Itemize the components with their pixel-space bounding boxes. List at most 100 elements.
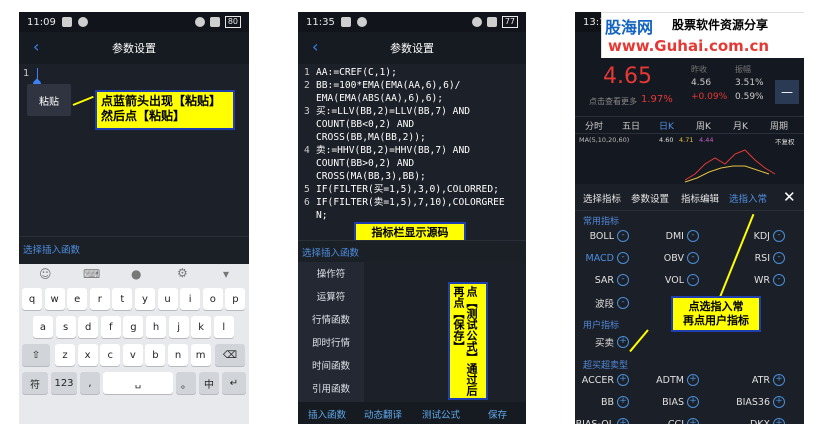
comma-key[interactable]: , xyxy=(80,372,100,394)
indicator-chip[interactable]: RSI - xyxy=(755,252,785,264)
back-arrow-icon[interactable]: ‹ xyxy=(312,39,318,55)
add-icon[interactable]: + xyxy=(617,336,629,348)
add-icon[interactable]: + xyxy=(687,418,699,424)
period-tab[interactable]: 周K xyxy=(696,119,711,132)
remove-icon[interactable]: - xyxy=(773,274,785,286)
remove-icon[interactable]: - xyxy=(617,252,629,264)
indicator-chip[interactable]: MACD - xyxy=(586,252,629,264)
remove-icon[interactable]: - xyxy=(773,252,785,264)
indicator-chip[interactable]: WR - xyxy=(754,274,785,286)
indicator-chip[interactable]: BIAS36 + xyxy=(736,396,785,408)
add-icon[interactable]: + xyxy=(773,418,785,424)
function-category-item[interactable]: 运算符 xyxy=(298,285,364,307)
more-button[interactable]: — xyxy=(775,80,799,104)
indicator-chip[interactable]: ACCER + xyxy=(582,374,629,386)
key-f[interactable]: f xyxy=(100,316,121,338)
settings-gear-icon[interactable]: ⚙ xyxy=(177,266,188,280)
indicator-chip[interactable]: DKX + xyxy=(750,418,785,424)
space-key[interactable]: ␣ xyxy=(103,372,173,394)
indicator-chip[interactable]: BOLL - xyxy=(590,230,629,242)
key-t[interactable]: t xyxy=(112,288,133,310)
function-category-item[interactable]: 时间函数 xyxy=(298,354,364,376)
collapse-icon[interactable]: ▾ xyxy=(223,267,229,281)
key-e[interactable]: e xyxy=(67,288,88,310)
paste-button[interactable]: 粘贴 xyxy=(27,84,71,116)
remove-icon[interactable]: - xyxy=(617,297,629,309)
function-category-item[interactable]: 操作符 xyxy=(298,262,364,284)
mic-icon[interactable]: ● xyxy=(131,267,141,281)
period-tab[interactable]: 分时 xyxy=(585,119,603,132)
key-k[interactable]: k xyxy=(191,316,212,338)
indicator-tab[interactable]: 指标编辑 xyxy=(681,191,719,205)
indicator-chip[interactable]: BIAS-QL + xyxy=(576,418,629,424)
key-j[interactable]: j xyxy=(168,316,189,338)
shift-key-icon[interactable]: ⇧ xyxy=(22,344,50,366)
symbol-key[interactable]: 符 xyxy=(22,372,48,394)
indicator-tab[interactable]: 选择指标 xyxy=(583,191,621,205)
remove-icon[interactable]: - xyxy=(687,274,699,286)
indicator-chip[interactable]: ATR + xyxy=(752,374,785,386)
remove-icon[interactable]: - xyxy=(617,274,629,286)
key-m[interactable]: m xyxy=(190,344,211,366)
remove-icon[interactable]: - xyxy=(617,230,629,242)
period-key[interactable]: 。 xyxy=(176,372,196,394)
key-v[interactable]: v xyxy=(122,344,143,366)
keyboard-icon[interactable]: ⌨ xyxy=(83,267,100,281)
period-tab[interactable]: 月K xyxy=(733,119,748,132)
key-n[interactable]: n xyxy=(168,344,188,366)
bottom-tab-button[interactable]: 保存 xyxy=(488,407,507,421)
indicator-chip[interactable]: VOL - xyxy=(665,274,699,286)
indicator-chip[interactable]: ADTM + xyxy=(656,374,699,386)
indicator-tab[interactable]: 参数设置 xyxy=(631,191,669,205)
key-o[interactable]: o xyxy=(202,288,223,310)
add-icon[interactable]: + xyxy=(773,396,785,408)
key-a[interactable]: a xyxy=(33,316,53,338)
close-icon[interactable]: ✕ xyxy=(783,188,796,206)
add-icon[interactable]: + xyxy=(617,374,629,386)
key-g[interactable]: g xyxy=(123,316,144,338)
indicator-chip[interactable]: KDJ - xyxy=(754,230,785,242)
enter-key-icon[interactable]: ↵ xyxy=(222,372,246,394)
key-q[interactable]: q xyxy=(22,288,42,310)
remove-icon[interactable]: - xyxy=(773,230,785,242)
add-icon[interactable]: + xyxy=(687,374,699,386)
emoji-icon[interactable]: ☺ xyxy=(39,267,52,281)
key-b[interactable]: b xyxy=(145,344,166,366)
key-s[interactable]: s xyxy=(55,316,76,338)
number-key[interactable]: 123 xyxy=(51,372,77,394)
indicator-chip[interactable]: BB + xyxy=(601,396,629,408)
insert-function-bar[interactable]: 选择插入函数 xyxy=(298,240,526,263)
key-i[interactable]: i xyxy=(180,288,201,310)
key-d[interactable]: d xyxy=(78,316,99,338)
key-w[interactable]: w xyxy=(44,288,65,310)
indicator-chip[interactable]: CCI + xyxy=(668,418,699,424)
period-tab[interactable]: 五日 xyxy=(622,119,640,132)
insert-function-bar[interactable]: 选择插入函数 xyxy=(19,236,249,261)
back-arrow-icon[interactable]: ‹ xyxy=(33,39,39,55)
bottom-tab-button[interactable]: 动态翻译 xyxy=(364,407,402,421)
function-category-item[interactable]: 行情函数 xyxy=(298,308,364,330)
code-editor[interactable]: 1 粘贴 点蓝箭头出现【粘贴】 然后点【粘贴】 xyxy=(19,64,249,236)
bottom-tab-button[interactable]: 插入函数 xyxy=(308,407,346,421)
code-editor[interactable]: 1 AA:=CREF(C,1); 2 BB:=100*EMA(EMA(AA,6),6)… xyxy=(298,64,526,242)
bottom-tab-button[interactable]: 测试公式 xyxy=(422,407,460,421)
remove-icon[interactable]: - xyxy=(687,230,699,242)
backspace-key-icon[interactable]: ⌫ xyxy=(215,344,245,366)
indicator-chip[interactable]: 波段 - xyxy=(595,296,629,310)
function-category-item[interactable]: 引用函数 xyxy=(298,377,364,399)
key-c[interactable]: c xyxy=(100,344,121,366)
key-x[interactable]: x xyxy=(77,344,98,366)
lang-key[interactable]: 中 xyxy=(199,372,219,394)
key-h[interactable]: h xyxy=(146,316,166,338)
add-icon[interactable]: + xyxy=(617,396,629,408)
key-y[interactable]: y xyxy=(135,288,155,310)
add-icon[interactable]: + xyxy=(773,374,785,386)
indicator-chip[interactable]: BIAS + xyxy=(662,396,699,408)
indicator-chip[interactable]: DMI - xyxy=(666,230,699,242)
key-z[interactable]: z xyxy=(55,344,75,366)
add-icon[interactable]: + xyxy=(617,418,629,424)
indicator-chip[interactable]: SAR - xyxy=(595,274,629,286)
key-u[interactable]: u xyxy=(157,288,178,310)
key-p[interactable]: p xyxy=(225,288,246,310)
remove-icon[interactable]: - xyxy=(687,252,699,264)
